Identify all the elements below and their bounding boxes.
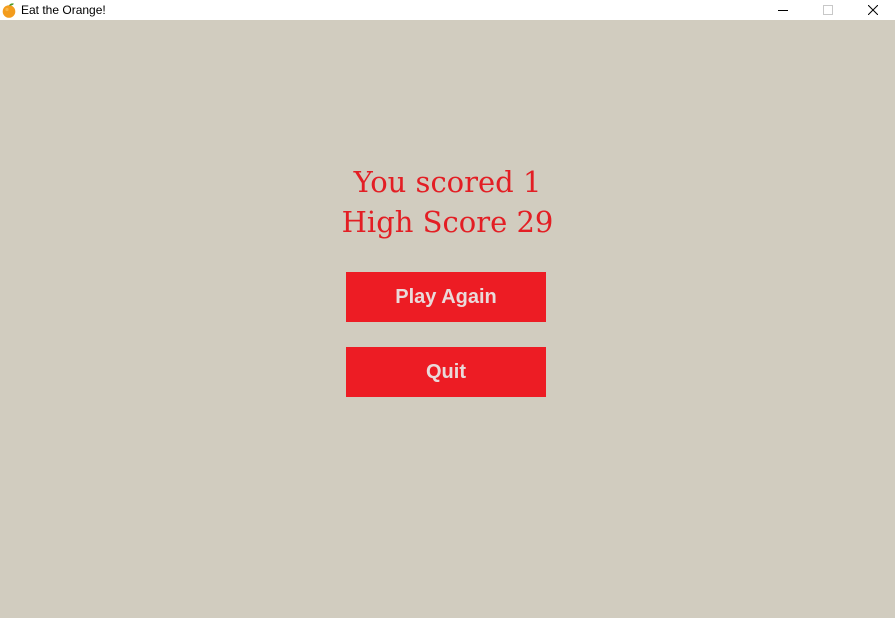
quit-button[interactable]: Quit: [346, 347, 546, 397]
high-score-text: High Score 29: [341, 205, 554, 239]
minimize-icon: [777, 10, 788, 11]
close-icon: [867, 5, 878, 15]
maximize-icon: [822, 5, 833, 15]
score-text: You scored 1: [353, 165, 542, 199]
orange-icon: [2, 3, 16, 18]
game-over-screen: You scored 1 High Score 29 Play Again Qu…: [0, 20, 895, 618]
title-bar[interactable]: Eat the Orange!: [0, 0, 895, 20]
game-window: Eat the Orange! You scored 1 High Score …: [0, 0, 895, 618]
close-button[interactable]: [850, 0, 895, 20]
window-title: Eat the Orange!: [21, 3, 106, 17]
play-again-button[interactable]: Play Again: [346, 272, 546, 322]
window-controls: [760, 0, 895, 20]
maximize-button[interactable]: [805, 0, 850, 20]
minimize-button[interactable]: [760, 0, 805, 20]
